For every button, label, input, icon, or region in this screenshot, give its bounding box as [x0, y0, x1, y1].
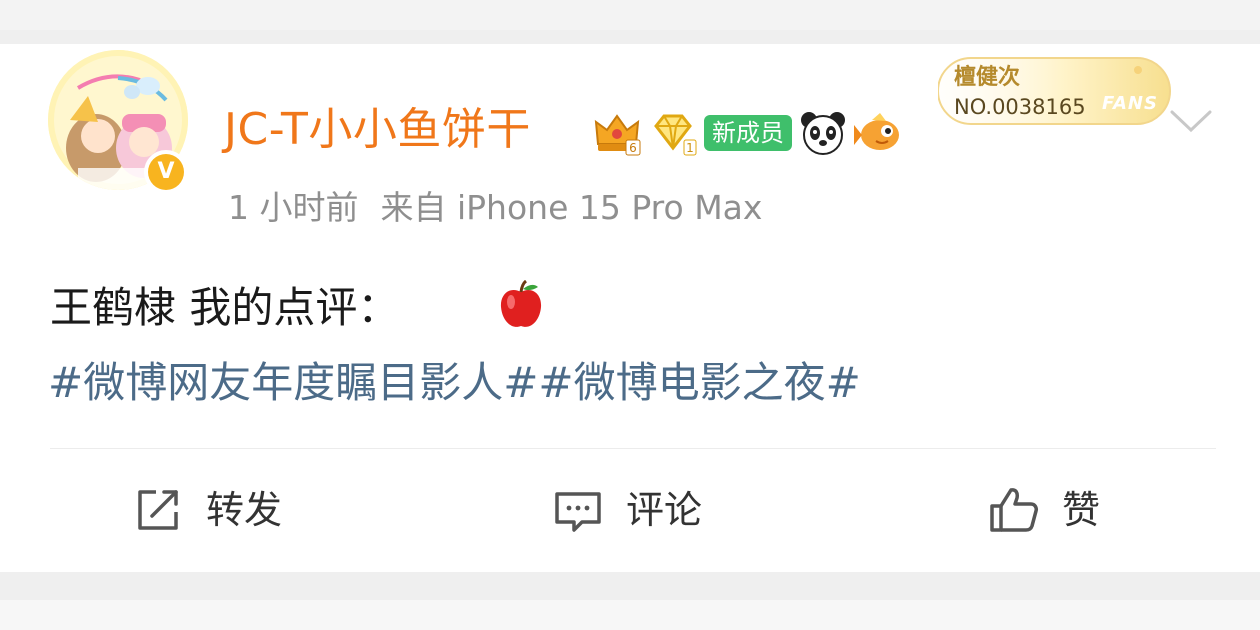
chevron-down-icon[interactable] [1168, 106, 1214, 136]
post-text: 王鹤棣 我的点评： [50, 283, 400, 332]
crown-level: 6 [629, 141, 637, 155]
previous-card-edge [0, 0, 1260, 30]
hashtag-link[interactable]: #微博网友年度瞩目影人# [48, 358, 538, 407]
like-label: 赞 [1062, 488, 1101, 532]
actions-divider [50, 448, 1216, 449]
verified-badge: V [144, 150, 188, 194]
post-source: 来自 iPhone 15 Pro Max [380, 188, 763, 227]
panda-icon[interactable] [798, 110, 848, 156]
comment-icon [555, 492, 601, 532]
verified-v-icon: V [148, 154, 184, 190]
fish-icon[interactable] [854, 110, 904, 156]
repost-label: 转发 [206, 488, 283, 532]
crown-icon[interactable]: 6 [592, 110, 642, 156]
new-member-badge[interactable]: 新成员 [704, 115, 792, 151]
comment-button[interactable]: 评论 [552, 480, 702, 540]
username[interactable]: JC-T小小鱼饼干 [224, 102, 531, 158]
fan-card-label: FANS [1102, 93, 1158, 114]
fan-card-number: NO.0038165 [954, 95, 1086, 119]
user-avatar[interactable]: V [48, 50, 188, 194]
like-icon [990, 488, 1038, 532]
apple-emoji-icon [500, 280, 542, 327]
diamond-level: 1 [686, 141, 694, 155]
post-time: 1 小时前 [228, 188, 359, 227]
repost-icon [138, 490, 178, 530]
post-hashtags: #微博网友年度瞩目影人##微博电影之夜# [48, 354, 861, 412]
post-meta: 1 小时前 来自 iPhone 15 Pro Max [228, 186, 762, 230]
comment-label: 评论 [626, 488, 703, 532]
hashtag-link[interactable]: #微博电影之夜# [538, 358, 860, 407]
user-badges: 6 1 新成员 [592, 110, 904, 156]
fan-card-name: 檀健次 [954, 65, 1021, 90]
repost-button[interactable]: 转发 [132, 480, 282, 540]
next-card-edge [0, 600, 1260, 630]
diamond-icon[interactable]: 1 [648, 110, 698, 156]
like-button[interactable]: 赞 [988, 480, 1100, 540]
